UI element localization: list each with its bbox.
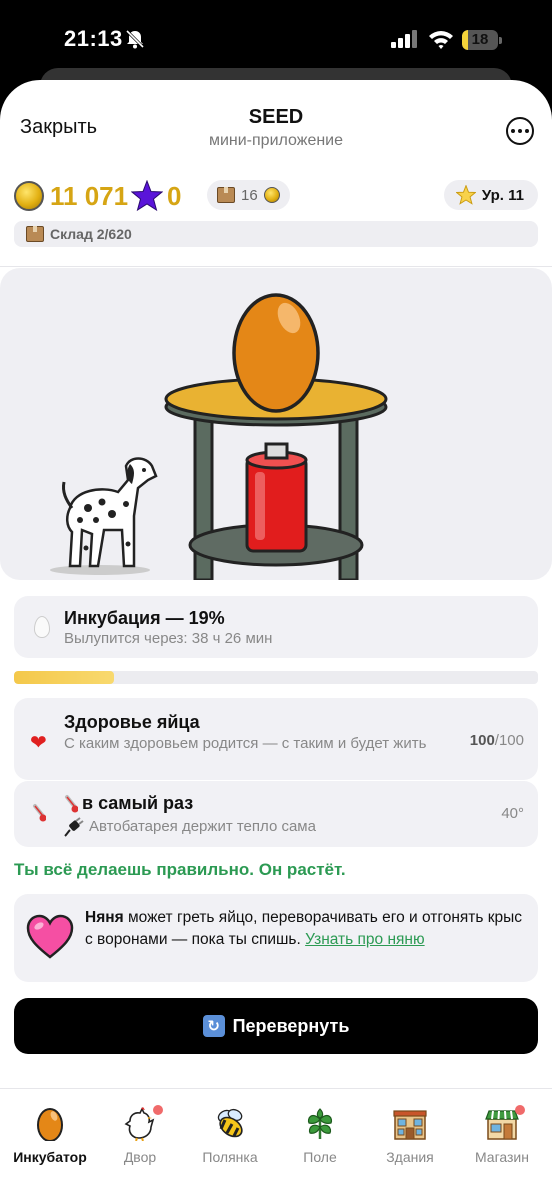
egg-icon xyxy=(37,1108,63,1141)
purple-star-icon xyxy=(131,180,163,212)
flip-button-label: Перевернуть xyxy=(232,1015,350,1036)
flip-button[interactable]: ↻ Перевернуть xyxy=(14,998,538,1054)
temperature-card: в самый раз Автобатарея держит тепло сам… xyxy=(14,781,538,847)
battery-level: 18 xyxy=(471,31,489,48)
app-subtitle: мини-приложение xyxy=(208,132,344,149)
nanny-info-link[interactable]: Узнать про няню xyxy=(305,931,424,948)
heater-battery xyxy=(245,442,308,553)
nanny-card: Няня может греть яйцо, переворачивать ег… xyxy=(14,894,538,982)
incubation-card: Инкубация — 19% Вылупится через: 38 ч 26… xyxy=(14,596,538,658)
dog xyxy=(50,457,158,575)
temperature-title: в самый раз xyxy=(82,793,194,813)
cellular-signal-icon xyxy=(391,30,417,48)
level-label: Ур. 11 xyxy=(481,186,524,204)
divider xyxy=(0,266,552,267)
incubation-remaining: Вылупится через: 38 ч 26 мин xyxy=(64,630,273,647)
notification-dot xyxy=(153,1105,163,1115)
status-message: Ты всё делаешь правильно. Он растёт. xyxy=(14,860,346,879)
building-icon xyxy=(393,1110,427,1140)
health-title: Здоровье яйца xyxy=(64,712,200,732)
stats-row: 11 071 0 16 Ур. 11 xyxy=(14,178,538,214)
thermometer-icon xyxy=(33,804,46,822)
refresh-icon: ↻ xyxy=(202,1015,225,1037)
coin-icon xyxy=(263,187,280,203)
star-icon xyxy=(455,185,476,205)
app-title: SEED xyxy=(248,106,304,128)
tab-meadow[interactable]: Полянка xyxy=(184,1107,276,1165)
bee-icon xyxy=(217,1108,243,1138)
tab-incubator[interactable]: Инкубатор xyxy=(4,1107,96,1165)
health-description: С каким здоровьем родится — с таким и бу… xyxy=(64,735,427,752)
chicken-icon xyxy=(123,1105,163,1142)
incubator-scene xyxy=(0,268,552,580)
coins-balance: 11 071 xyxy=(50,181,129,211)
warehouse-label: Склад 2/620 xyxy=(50,226,132,242)
box-icon xyxy=(26,226,44,242)
thermometer-icon xyxy=(65,794,78,812)
plug-icon xyxy=(64,817,84,837)
coin-icon xyxy=(14,181,44,211)
temperature-value: 40° xyxy=(501,805,524,822)
tab-bar: Инкубатор Двор Полянка Поле Здания Магаз… xyxy=(0,1088,552,1200)
warehouse-bar[interactable]: Склад 2/620 xyxy=(14,221,538,247)
level-pill[interactable]: Ур. 11 xyxy=(443,180,538,210)
incubation-progress-fill xyxy=(14,671,114,684)
tab-yard[interactable]: Двор xyxy=(94,1105,186,1165)
bell-muted-icon xyxy=(125,29,145,49)
notification-dot xyxy=(515,1105,525,1115)
incubation-progress-bar xyxy=(14,671,538,684)
stars-balance: 0 xyxy=(167,181,182,211)
temperature-description: Автобатарея держит тепло сама xyxy=(89,818,316,835)
pink-heart-icon xyxy=(26,914,74,959)
wifi-icon xyxy=(429,31,453,49)
tab-field[interactable]: Поле xyxy=(274,1107,366,1165)
tab-shop[interactable]: Магазин xyxy=(456,1105,548,1165)
box-count: 16 xyxy=(241,186,258,204)
more-options-icon[interactable] xyxy=(506,117,534,145)
nanny-description: Няня может греть яйцо, переворачивать ег… xyxy=(85,909,523,948)
box-icon xyxy=(217,187,235,203)
egg xyxy=(232,293,320,413)
incubator-illustration xyxy=(50,293,388,580)
heart-icon: ❤ xyxy=(30,732,47,754)
egg-icon xyxy=(34,616,50,638)
nanny-name: Няня xyxy=(85,909,124,926)
tab-buildings[interactable]: Здания xyxy=(364,1107,456,1165)
status-time: 21:13 xyxy=(64,26,123,51)
health-value: 100/100 xyxy=(469,732,524,749)
incubation-title: Инкубация — 19% xyxy=(64,608,225,628)
shop-icon xyxy=(485,1105,525,1141)
health-card: ❤ Здоровье яйца С каким здоровьем родитс… xyxy=(14,698,538,780)
battery-icon: 18 xyxy=(462,30,502,50)
box-pill[interactable]: 16 xyxy=(207,180,290,210)
plant-icon xyxy=(307,1108,333,1139)
header: Закрыть SEED мини-приложение xyxy=(0,80,552,170)
